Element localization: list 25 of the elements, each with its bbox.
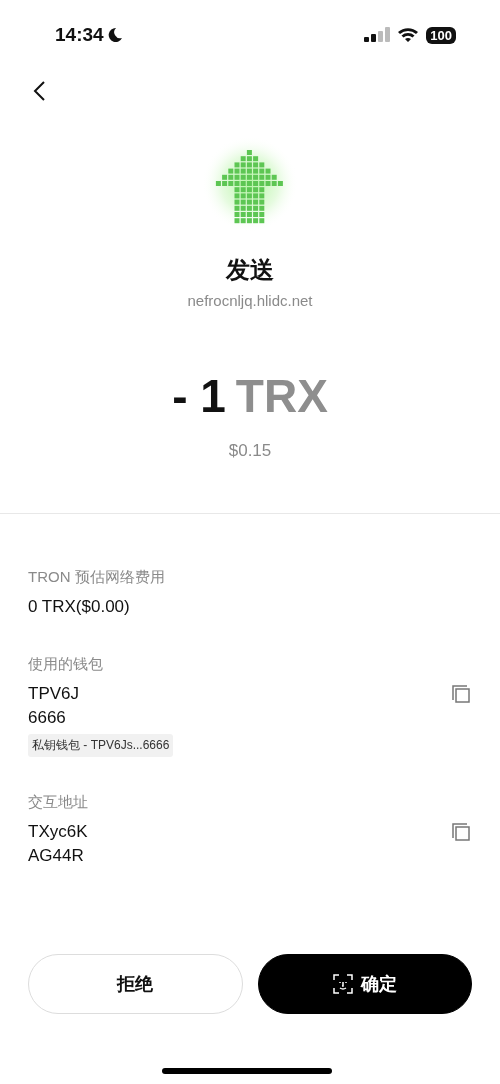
amount-value: - 1 <box>172 373 226 419</box>
face-scan-icon <box>332 974 353 994</box>
detail-label: 使用的钱包 <box>28 655 103 674</box>
detail-value: 0 TRX($0.00) <box>28 596 130 618</box>
detail-value: AG44R <box>28 845 84 867</box>
moon-icon <box>106 27 123 43</box>
copy-icon[interactable] <box>452 823 470 841</box>
confirm-button[interactable]: 确定 <box>257 954 472 1014</box>
site-domain: nefrocnljq.hlidc.net <box>187 292 313 309</box>
clock-time: 14:34 <box>55 24 104 46</box>
back-icon[interactable] <box>32 80 46 102</box>
fiat-value: $0.15 <box>228 441 272 461</box>
copy-icon[interactable] <box>452 685 470 703</box>
wallet-tag: 私钥钱包 - TPV6Js...6666 <box>28 734 174 757</box>
signal-icon <box>364 27 391 43</box>
detail-value: 6666 <box>28 707 66 729</box>
detail-label: 交互地址 <box>28 793 88 812</box>
amount-unit: TRX <box>235 373 328 419</box>
detail-label: TRON 预估网络费用 <box>28 568 165 587</box>
detail-value: TPV6J <box>28 683 80 705</box>
battery-indicator: 100 <box>426 26 456 44</box>
detail-value: TXyc6K <box>28 821 88 843</box>
reject-button[interactable]: 拒绝 <box>28 954 243 1014</box>
page-title: 发送 <box>226 255 274 285</box>
wifi-icon <box>397 27 420 43</box>
